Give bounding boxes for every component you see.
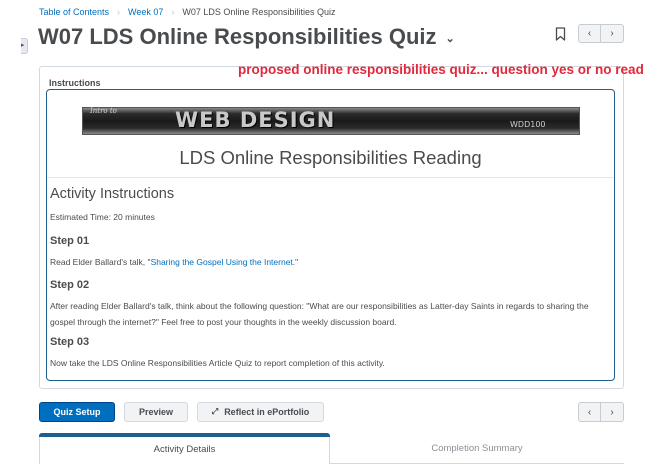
reading-title: LDS Online Responsibilities Reading: [179, 147, 482, 168]
breadcrumb: Table of Contents › Week 07 › W07 LDS On…: [39, 7, 335, 17]
banner-title: WEB DESIGN: [175, 108, 336, 132]
chevron-down-icon[interactable]: ⌄: [446, 32, 455, 45]
quiz-setup-button[interactable]: Quiz Setup: [39, 402, 115, 422]
next-topic-button[interactable]: ›: [601, 24, 624, 43]
topic-navigation: ‹ ›: [578, 24, 624, 43]
step-02-heading: Step 02: [50, 279, 90, 291]
sharing-the-gospel-link[interactable]: Sharing the Gospel Using the Internet: [151, 257, 293, 267]
preview-button[interactable]: Preview: [124, 402, 188, 422]
step-03-text: Now take the LDS Online Responsibilities…: [50, 358, 385, 368]
bookmark-icon[interactable]: [555, 27, 566, 41]
banner-intro-text: Intro to: [90, 108, 117, 115]
chevron-left-icon: ‹: [587, 406, 592, 418]
step-01-text-after: .": [292, 257, 299, 267]
details-tabs: Activity Details Completion Summary: [39, 433, 624, 464]
previous-topic-button[interactable]: ‹: [578, 24, 601, 43]
breadcrumb-separator-icon: ›: [117, 7, 121, 17]
step-01-heading: Step 01: [50, 235, 90, 247]
sidebar-toggle-button[interactable]: ▸: [21, 38, 28, 54]
reflect-in-eportfolio-button[interactable]: ⤢ Reflect in ePortfolio: [197, 402, 324, 422]
instructions-label: Instructions: [49, 78, 101, 88]
step-03-heading: Step 03: [50, 336, 90, 348]
estimated-time: Estimated Time: 20 minutes: [50, 212, 155, 222]
banner-intro: Intro to: [90, 107, 117, 115]
chevron-right-icon: ›: [610, 28, 614, 39]
chevron-left-icon: ‹: [587, 28, 592, 39]
breadcrumb-current: W07 LDS Online Responsibilities Quiz: [182, 7, 336, 17]
previous-topic-button[interactable]: ‹: [578, 402, 601, 422]
breadcrumb-table-of-contents[interactable]: Table of Contents: [39, 7, 109, 17]
tab-activity-details[interactable]: Activity Details: [39, 433, 330, 464]
step-01-text-before: Read Elder Ballard's talk, ": [50, 257, 151, 267]
reflect-label: Reflect in ePortfolio: [224, 407, 310, 417]
breadcrumb-separator-icon: ›: [171, 7, 175, 17]
annotation-note: proposed online responsibilities quiz...…: [238, 62, 644, 77]
page-title[interactable]: W07 LDS Online Responsibilities Quiz ⌄: [38, 24, 455, 50]
page-title-text: W07 LDS Online Responsibilities Quiz: [38, 24, 437, 49]
bottom-topic-navigation: ‹ ›: [578, 402, 624, 422]
tab-completion-summary[interactable]: Completion Summary: [330, 433, 624, 464]
chevron-right-icon: ▸: [21, 42, 25, 49]
divider: [47, 177, 614, 178]
chevron-right-icon: ›: [610, 406, 614, 418]
activity-heading: Activity Instructions: [50, 186, 175, 202]
step-02-text: After reading Elder Ballard's talk, thin…: [50, 301, 589, 327]
step-01-text: Read Elder Ballard's talk, "Sharing the …: [50, 254, 612, 270]
breadcrumb-week-07[interactable]: Week 07: [128, 7, 163, 17]
next-topic-button[interactable]: ›: [601, 402, 624, 422]
eportfolio-icon: ⤢: [211, 407, 219, 416]
banner-course-code: WDD100: [510, 120, 546, 129]
